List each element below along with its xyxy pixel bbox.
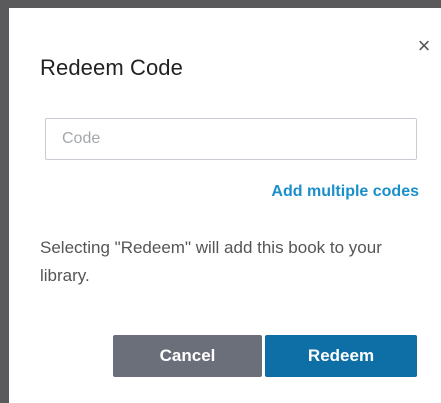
close-icon[interactable]: × [412, 34, 436, 58]
redeem-button[interactable]: Redeem [265, 335, 417, 377]
cancel-button[interactable]: Cancel [113, 335, 262, 377]
dialog-title: Redeem Code [40, 55, 183, 80]
redeem-code-dialog: Redeem Code × Add multiple codes Selecti… [9, 8, 441, 403]
code-input[interactable] [45, 118, 417, 160]
add-multiple-codes-link[interactable]: Add multiple codes [271, 183, 419, 201]
redeem-info-text: Selecting "Redeem" will add this book to… [40, 238, 382, 285]
